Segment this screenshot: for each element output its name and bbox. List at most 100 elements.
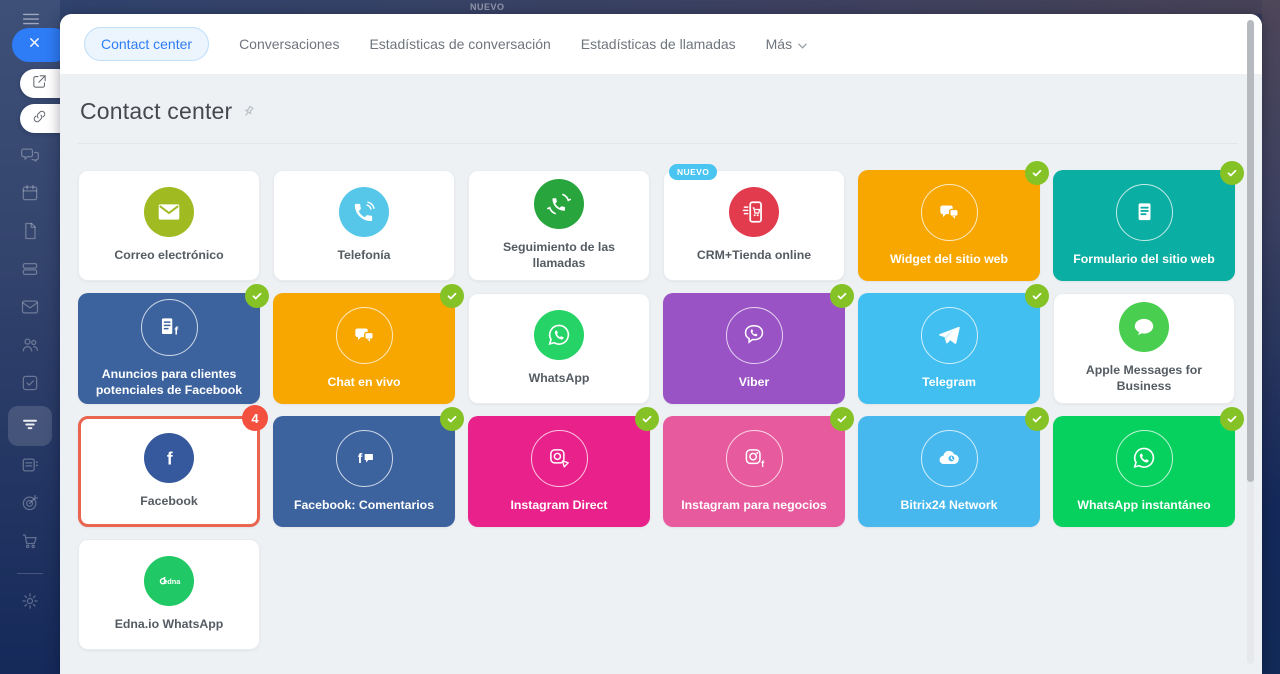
sidebar	[0, 0, 60, 674]
svg-text:f: f	[358, 451, 363, 466]
background-peek-text: NUEVO	[470, 2, 505, 12]
connected-check-icon	[1025, 407, 1049, 431]
tile-instagram-direct[interactable]: Instagram Direct	[468, 416, 650, 527]
tile-label: WhatsApp	[521, 371, 598, 387]
tile-widget-del-sitio-web[interactable]: Widget del sitio web	[858, 170, 1040, 281]
crm-store-icon	[729, 187, 779, 237]
tile-grid: Correo electrónico Telefonía Seguimiento d…	[78, 170, 1238, 650]
users-icon	[20, 335, 40, 360]
tile-label: CRM+Tienda online	[689, 248, 819, 264]
tile-instagram-para-negocios[interactable]: f Instagram para negocios	[663, 416, 845, 527]
mail-icon	[20, 297, 40, 322]
store-icon	[20, 531, 40, 556]
tile-formulario-del-sitio-web[interactable]: Formulario del sitio web	[1053, 170, 1235, 281]
instagram-direct-icon	[531, 430, 588, 487]
sidebar-item-tasks[interactable]	[0, 366, 60, 404]
hamburger-icon[interactable]	[20, 8, 42, 26]
tile-label: Apple Messages for Business	[1054, 363, 1234, 395]
tab-contact-center[interactable]: Contact center	[84, 27, 209, 61]
tile-telefon-a[interactable]: Telefonía	[273, 170, 455, 281]
svg-text:f: f	[761, 459, 765, 469]
webform-icon	[1116, 184, 1173, 241]
tile-apple-messages-for-business[interactable]: Apple Messages for Business	[1053, 293, 1235, 404]
tile-seguimiento-de-las-llamadas[interactable]: Seguimiento de las llamadas	[468, 170, 650, 281]
connected-check-icon	[1025, 284, 1049, 308]
sidebar-item-settings[interactable]	[0, 584, 60, 622]
whatsapp-ring-icon	[1116, 430, 1173, 487]
sidebar-item-marketing[interactable]	[0, 486, 60, 524]
tile-facebook-comentarios[interactable]: fFacebook: Comentarios	[273, 416, 455, 527]
tab-estad-sticas-de-llamadas[interactable]: Estadísticas de llamadas	[581, 36, 736, 52]
sidebar-menu	[0, 138, 60, 622]
tile-label: Edna.io WhatsApp	[107, 617, 232, 633]
sidebar-item-calendar[interactable]	[0, 176, 60, 214]
tile-correo-electr-nico[interactable]: Correo electrónico	[78, 170, 260, 281]
sidebar-item-crm[interactable]	[0, 404, 60, 448]
tile-telegram[interactable]: Telegram	[858, 293, 1040, 404]
tile-chat-en-vivo[interactable]: Chat en vivo	[273, 293, 455, 404]
pin-icon[interactable]	[241, 104, 256, 124]
telephony-icon	[339, 187, 389, 237]
svg-text:edna: edna	[163, 577, 181, 586]
email-icon	[144, 187, 194, 237]
page-title: Contact center	[80, 98, 232, 125]
tile-anuncios-para-clientes-potenciales-de-facebook[interactable]: fAnuncios para clientes potenciales de F…	[78, 293, 260, 404]
tab-estad-sticas-de-conversaci-n[interactable]: Estadísticas de conversación	[369, 36, 550, 52]
connected-check-icon	[440, 284, 464, 308]
tile-viber[interactable]: Viber	[663, 293, 845, 404]
tile-whatsapp[interactable]: WhatsApp	[468, 293, 650, 404]
tile-crm-tienda-online[interactable]: CRM+Tienda onlineNUEVO	[663, 170, 845, 281]
tile-facebook[interactable]: fFacebook4	[78, 416, 260, 527]
connected-check-icon	[635, 407, 659, 431]
tile-label: Seguimiento de las llamadas	[469, 240, 649, 272]
facebook-leads-icon: f	[141, 299, 198, 356]
more-label: Más	[766, 36, 792, 52]
connected-check-icon	[1220, 161, 1244, 185]
sidebar-item-drive[interactable]	[0, 252, 60, 290]
sidebar-item-users[interactable]	[0, 328, 60, 366]
viber-icon	[726, 307, 783, 364]
tab-conversaciones[interactable]: Conversaciones	[239, 36, 339, 52]
tile-whatsapp-instant-neo[interactable]: WhatsApp instantáneo	[1053, 416, 1235, 527]
tile-label: Facebook	[132, 494, 205, 510]
notification-count-badge: 4	[242, 405, 268, 431]
facebook-comments-icon: f	[336, 430, 393, 487]
sidebar-item-documents[interactable]	[0, 214, 60, 252]
connected-check-icon	[440, 407, 464, 431]
sidebar-item-chats[interactable]	[0, 138, 60, 176]
close-icon	[27, 35, 42, 55]
chevron-down-icon	[798, 36, 807, 52]
tile-label: Instagram para negocios	[673, 498, 835, 514]
tile-label: Correo electrónico	[106, 248, 231, 264]
settings-icon	[20, 591, 40, 616]
crm-icon	[19, 413, 41, 440]
tab-more[interactable]: Más	[766, 36, 807, 52]
call-tracker-icon	[534, 179, 584, 229]
edna-icon: edna	[144, 556, 194, 606]
tile-bitrix24-network[interactable]: Bitrix24 Network	[858, 416, 1040, 527]
drive-icon	[20, 259, 40, 284]
marketing-icon	[20, 493, 40, 518]
tile-label: Bitrix24 Network	[892, 498, 1005, 514]
facebook-icon: f	[144, 433, 194, 483]
tasks-icon	[20, 373, 40, 398]
telegram-icon	[921, 307, 978, 364]
connected-check-icon	[830, 407, 854, 431]
background-top-strip: NUEVO	[60, 0, 1262, 14]
whatsapp-icon	[534, 310, 584, 360]
connected-check-icon	[245, 284, 269, 308]
connected-check-icon	[830, 284, 854, 308]
chat-widget-icon	[336, 307, 393, 364]
tile-label: Widget del sitio web	[882, 252, 1016, 268]
chat-widget-icon	[921, 184, 978, 241]
sidebar-item-mail[interactable]	[0, 290, 60, 328]
scrollbar-thumb[interactable]	[1247, 20, 1254, 482]
new-badge: NUEVO	[669, 164, 717, 180]
background-right-strip	[1262, 0, 1280, 674]
sidebar-item-feed[interactable]	[0, 448, 60, 486]
chats-icon	[20, 145, 40, 170]
sidebar-item-store[interactable]	[0, 524, 60, 562]
sidebar-divider	[0, 562, 60, 584]
tile-edna-io-whatsapp[interactable]: edna Edna.io WhatsApp	[78, 539, 260, 650]
svg-text:f: f	[174, 326, 178, 338]
